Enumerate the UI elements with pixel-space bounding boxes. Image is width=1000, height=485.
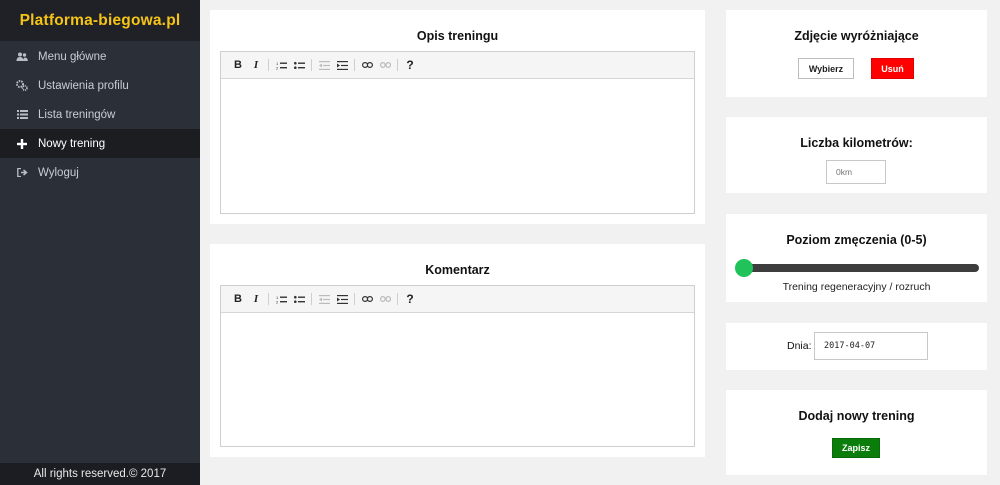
brand-bar: Platforma-biegowa.pl — [0, 0, 200, 41]
kilometers-panel: Liczba kilometrów: — [726, 117, 987, 193]
remove-image-button[interactable]: Usuń — [871, 58, 914, 79]
svg-text:2: 2 — [276, 299, 279, 303]
toolbar-divider — [354, 59, 355, 71]
unlink-icon[interactable] — [377, 291, 393, 307]
indent-icon[interactable] — [334, 291, 350, 307]
comment-editor: B I 12 ? — [220, 285, 695, 447]
sidebar-item-label: Ustawienia profilu — [38, 79, 129, 92]
italic-button[interactable]: I — [248, 57, 264, 73]
sidebar: Platforma-biegowa.pl Menu główne Ustawie… — [0, 0, 200, 485]
slider-track — [743, 264, 979, 272]
sidebar-item-profile-settings[interactable]: Ustawienia profilu — [0, 71, 200, 100]
slider-thumb[interactable] — [735, 259, 753, 277]
bullet-list-icon[interactable] — [291, 57, 307, 73]
bold-button[interactable]: B — [230, 57, 246, 73]
choose-image-button[interactable]: Wybierz — [798, 58, 854, 79]
help-button[interactable]: ? — [402, 291, 418, 307]
bold-button[interactable]: B — [230, 291, 246, 307]
sidebar-nav: Menu główne Ustawienia profilu Lista tre… — [0, 42, 200, 187]
add-training-title: Dodaj nowy trening — [798, 409, 915, 423]
sidebar-item-logout[interactable]: Wyloguj — [0, 158, 200, 187]
toolbar-divider — [397, 293, 398, 305]
brand-logo[interactable]: Platforma-biegowa.pl — [20, 12, 181, 30]
date-input[interactable]: 2017-04-07 — [814, 332, 928, 360]
toolbar-divider — [354, 293, 355, 305]
logout-icon — [16, 167, 28, 179]
sidebar-item-trainings-list[interactable]: Lista treningów — [0, 100, 200, 129]
fatigue-caption: Trening regeneracyjny / rozruch — [782, 281, 931, 293]
featured-image-title: Zdjęcie wyróżniające — [794, 29, 919, 43]
sidebar-item-label: Wyloguj — [38, 166, 79, 179]
description-textarea[interactable] — [221, 79, 694, 213]
editor-toolbar: B I 12 ? — [221, 52, 694, 79]
sidebar-item-label: Menu główne — [38, 50, 107, 63]
comment-textarea[interactable] — [221, 313, 694, 446]
indent-icon[interactable] — [334, 57, 350, 73]
toolbar-divider — [397, 59, 398, 71]
users-icon — [16, 51, 28, 63]
outdent-icon[interactable] — [316, 291, 332, 307]
bullet-list-icon[interactable] — [291, 291, 307, 307]
kilometers-title: Liczba kilometrów: — [800, 136, 913, 150]
gears-icon — [16, 80, 28, 92]
svg-text:2: 2 — [276, 65, 279, 69]
unlink-icon[interactable] — [377, 57, 393, 73]
sidebar-item-main-menu[interactable]: Menu główne — [0, 42, 200, 71]
comment-panel: Komentarz B I 12 ? — [210, 244, 705, 457]
help-button[interactable]: ? — [402, 57, 418, 73]
link-icon[interactable] — [359, 57, 375, 73]
link-icon[interactable] — [359, 291, 375, 307]
outdent-icon[interactable] — [316, 57, 332, 73]
ordered-list-icon[interactable]: 12 — [273, 291, 289, 307]
description-editor: B I 12 ? — [220, 51, 695, 214]
ordered-list-icon[interactable]: 12 — [273, 57, 289, 73]
date-label: Dnia: — [787, 340, 812, 352]
toolbar-divider — [311, 293, 312, 305]
featured-image-panel: Zdjęcie wyróżniające Wybierz Usuń — [726, 10, 987, 97]
sidebar-item-label: Nowy trening — [38, 137, 106, 150]
description-title: Opis treningu — [416, 29, 499, 43]
footer: All rights reserved.© 2017 — [0, 463, 200, 485]
fatigue-panel: Poziom zmęczenia (0-5) Trening regenerac… — [726, 214, 987, 302]
sidebar-item-new-training[interactable]: Nowy trening — [0, 129, 200, 158]
add-training-panel: Dodaj nowy trening Zapisz — [726, 390, 987, 475]
kilometers-input[interactable] — [826, 160, 886, 184]
date-panel: Dnia: 2017-04-07 — [726, 323, 987, 370]
sidebar-item-label: Lista treningów — [38, 108, 116, 121]
save-button[interactable]: Zapisz — [832, 438, 880, 458]
italic-button[interactable]: I — [248, 291, 264, 307]
toolbar-divider — [268, 293, 269, 305]
fatigue-title: Poziom zmęczenia (0-5) — [786, 233, 927, 247]
comment-title: Komentarz — [425, 263, 490, 277]
toolbar-divider — [311, 59, 312, 71]
description-panel: Opis treningu B I 12 ? — [210, 10, 705, 224]
editor-toolbar: B I 12 ? — [221, 286, 694, 313]
toolbar-divider — [268, 59, 269, 71]
fatigue-slider[interactable] — [735, 258, 979, 278]
plus-icon — [16, 138, 28, 150]
list-icon — [16, 109, 28, 121]
